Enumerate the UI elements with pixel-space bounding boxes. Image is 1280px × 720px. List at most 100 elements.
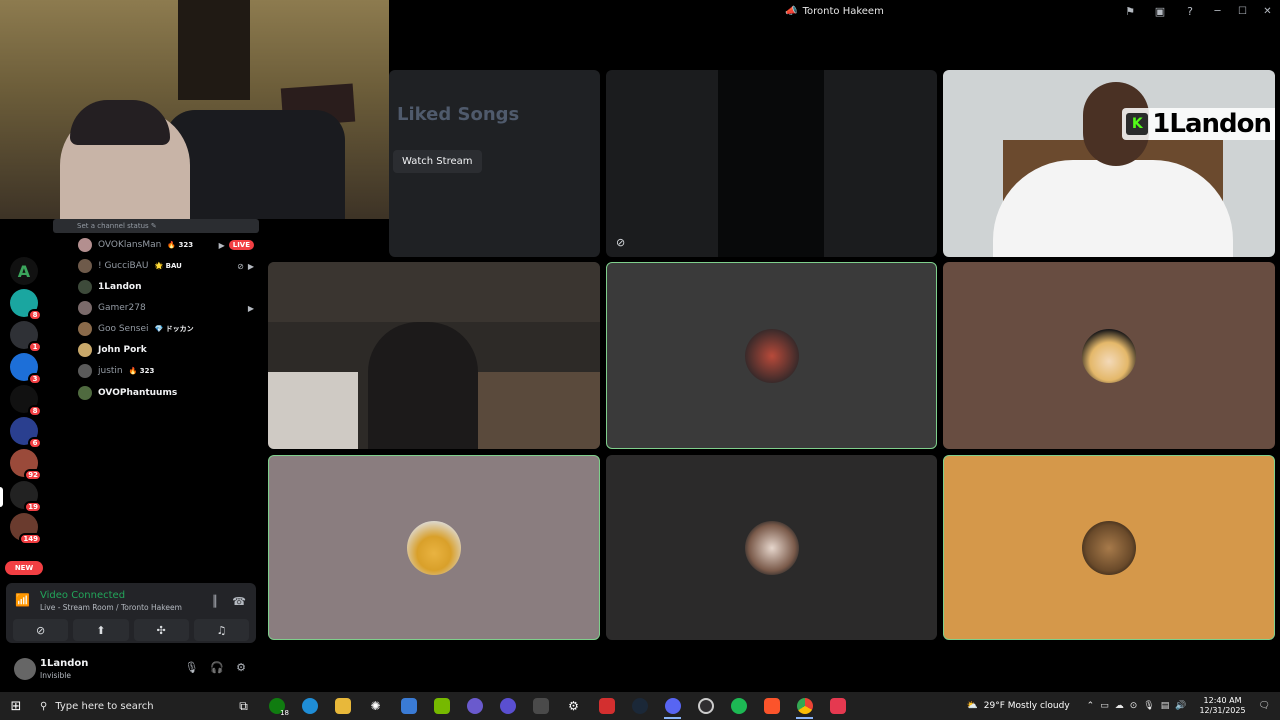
soundboard-button[interactable]: ♫ — [193, 619, 249, 641]
gear-icon[interactable]: ⚙ — [557, 692, 590, 720]
video-tile-dark[interactable]: ⊘ — [606, 70, 937, 257]
camera-off-button[interactable]: ⊘ — [13, 619, 69, 641]
user-avatar[interactable] — [14, 658, 36, 680]
mention-badge: 8 — [28, 405, 42, 417]
media-icon[interactable] — [491, 692, 524, 720]
member-row[interactable]: ! GucciBAU 🌟 BAU ⊘ ▶ — [78, 256, 254, 276]
member-row[interactable]: Gamer278 ▶ — [78, 298, 254, 318]
noise-suppression-icon[interactable]: ║ — [212, 595, 219, 608]
video-tile-avatar-4[interactable] — [268, 455, 600, 640]
close-button[interactable]: ✕ — [1255, 0, 1280, 22]
member-row[interactable]: OVOKlansMan 🔥 323 ▶ LIVE — [78, 235, 254, 255]
xbox-icon[interactable]: 18 — [260, 692, 293, 720]
settings-app-icon[interactable]: ✺ — [359, 692, 392, 720]
member-row[interactable]: 1Landon — [78, 277, 254, 297]
chevron-up-icon[interactable]: ⌃ — [1087, 701, 1095, 711]
participant-avatar — [1082, 328, 1136, 383]
video-person — [993, 160, 1233, 257]
system-tray: ⛅ 29°F Mostly cloudy ⌃ ▭ ☁ ⊙ 🎙 ▤ 🔊 12:40… — [967, 692, 1280, 720]
participant-avatar — [1082, 520, 1136, 575]
chrome-icon[interactable] — [788, 692, 821, 720]
mic-muted-icon: ⊘ — [237, 261, 244, 271]
server-icon-8[interactable]: 149 — [10, 513, 42, 545]
new-badge[interactable]: NEW — [5, 561, 43, 575]
spotify-icon[interactable] — [722, 692, 755, 720]
task-view-icon[interactable]: ⧉ — [227, 692, 260, 720]
server-rail: A 8 1 3 8 6 92 19 149 NEW — [0, 219, 48, 579]
user-name[interactable]: 1Landon — [40, 658, 88, 669]
media-player-icon[interactable] — [458, 692, 491, 720]
microphone-icon[interactable]: 🎙 — [184, 661, 198, 674]
camera-icon: ▶ — [247, 261, 254, 271]
file-explorer-icon[interactable] — [326, 692, 359, 720]
server-icon-4[interactable]: 8 — [10, 385, 42, 417]
video-tile-1landon[interactable]: K 1Landon — [943, 70, 1275, 257]
server-icon-1[interactable]: 8 — [10, 289, 42, 321]
member-row[interactable]: John Pork — [78, 340, 254, 360]
calculator-icon[interactable] — [524, 692, 557, 720]
discord-icon[interactable] — [656, 692, 689, 720]
webcam-chair — [165, 110, 345, 219]
avatar — [78, 322, 92, 336]
mic-tray-icon[interactable]: 🎙 — [1143, 701, 1154, 711]
settings-gear-icon[interactable]: ⚙ — [236, 661, 246, 674]
video-person — [368, 322, 478, 449]
volume-icon[interactable]: 🔊 — [1175, 701, 1186, 711]
headphones-icon[interactable]: 🎧 — [210, 661, 224, 674]
mention-badge: 3 — [28, 373, 42, 385]
video-tile-avatar-5[interactable] — [606, 455, 937, 640]
member-row[interactable]: OVOPhantuums — [78, 383, 254, 403]
watch-stream-button[interactable]: Watch Stream — [393, 150, 482, 173]
help-icon[interactable]: ? — [1175, 0, 1205, 22]
mention-badge: 19 — [24, 501, 42, 513]
voice-location[interactable]: Live - Stream Room / Toronto Hakeem — [40, 603, 182, 612]
flag-icon[interactable]: ⚑ — [1115, 0, 1145, 22]
server-icon-a[interactable]: A — [10, 257, 38, 285]
store-icon[interactable] — [392, 692, 425, 720]
inbox-icon[interactable]: ▣ — [1145, 0, 1175, 22]
liked-songs-text: Liked Songs — [397, 104, 520, 125]
mention-badge: 149 — [19, 533, 42, 545]
video-tile-avatar-3[interactable] — [943, 262, 1275, 449]
signal-icon[interactable]: 📶 — [15, 593, 35, 613]
voice-channel-icon: 📣 — [785, 5, 798, 17]
disconnect-icon[interactable]: ☎ — [232, 595, 246, 608]
windows-start-icon[interactable]: ⊞ — [0, 692, 32, 720]
set-channel-status[interactable]: Set a channel status ✎ — [53, 219, 259, 233]
obs-icon[interactable] — [689, 692, 722, 720]
tray-app-icon[interactable]: ▭ — [1100, 701, 1109, 711]
server-icon-5[interactable]: 6 — [10, 417, 42, 449]
avatar — [78, 364, 92, 378]
maximize-button[interactable]: ☐ — [1230, 0, 1255, 22]
voice-status[interactable]: Video Connected — [40, 590, 125, 601]
onedrive-icon[interactable]: ☁ — [1115, 701, 1124, 711]
minimize-button[interactable]: ─ — [1205, 0, 1230, 22]
member-row[interactable]: justin 🔥 323 — [78, 361, 254, 381]
server-icon-2[interactable]: 1 — [10, 321, 42, 353]
notification-icon[interactable]: 🗨 — [1259, 701, 1270, 711]
server-icon-6[interactable]: 92 — [10, 449, 42, 481]
screen-share-button[interactable]: ⬆ — [73, 619, 129, 641]
steam-icon[interactable] — [623, 692, 656, 720]
nvidia-icon[interactable] — [425, 692, 458, 720]
taskbar-search[interactable]: ⚲ Type here to search — [32, 692, 227, 720]
server-icon-3[interactable]: 3 — [10, 353, 42, 385]
activities-button[interactable]: ✣ — [133, 619, 189, 641]
brave-icon[interactable] — [755, 692, 788, 720]
record-app-icon[interactable] — [590, 692, 623, 720]
tray-app-icon-2[interactable]: ⊙ — [1130, 701, 1138, 711]
title-bar: 📣 Toronto Hakeem ⚑ ▣ ? ─ ☐ ✕ — [389, 0, 1280, 22]
video-tile-avatar-6[interactable] — [943, 455, 1275, 640]
stream-tile[interactable]: Liked Songs Watch Stream — [389, 70, 600, 257]
network-icon[interactable]: ▤ — [1161, 701, 1170, 711]
member-status-icons: ▶ — [248, 304, 254, 313]
clock[interactable]: 12:40 AM 12/31/2025 — [1199, 696, 1245, 716]
weather-widget[interactable]: ⛅ 29°F Mostly cloudy — [967, 701, 1070, 711]
server-icon-7[interactable]: 19 — [10, 481, 42, 513]
video-tile-avatar-2[interactable] — [606, 262, 937, 449]
edge-icon[interactable] — [293, 692, 326, 720]
channel-sidebar: Set a channel status ✎ OVOKlansMan 🔥 323… — [48, 219, 260, 579]
app-icon-red[interactable] — [821, 692, 854, 720]
member-row[interactable]: Goo Sensei 💎 ドッカン — [78, 319, 254, 339]
video-tile-room[interactable] — [268, 262, 600, 449]
